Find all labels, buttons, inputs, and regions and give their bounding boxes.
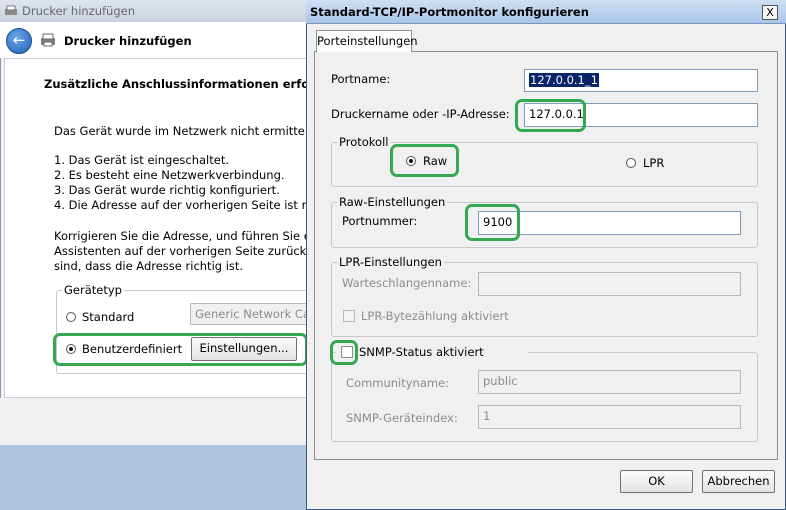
custom-radio[interactable] xyxy=(66,344,76,354)
raw-settings-legend: Raw-Einstellungen xyxy=(337,195,448,209)
portname-input[interactable]: 127.0.0.1_1 xyxy=(524,69,758,92)
close-icon: X xyxy=(766,6,774,19)
wizard-header-title: Drucker hinzufügen xyxy=(64,34,192,48)
close-button[interactable]: X xyxy=(762,5,778,20)
community-input[interactable]: public xyxy=(478,370,741,394)
printer-icon xyxy=(5,5,17,15)
raw-radio[interactable] xyxy=(406,156,416,166)
standard-label: Standard xyxy=(82,310,135,324)
wizard-intro: Das Gerät wurde im Netzwerk nicht ermitt… xyxy=(54,124,306,138)
snmp-label: SNMP-Status aktiviert xyxy=(359,345,484,359)
portnumber-label: Portnummer: xyxy=(342,214,418,228)
back-button[interactable]: ← xyxy=(6,28,32,54)
raw-label: Raw xyxy=(423,154,448,168)
protocol-legend: Protokoll xyxy=(337,135,391,149)
standard-radio[interactable] xyxy=(66,312,76,322)
address-highlight xyxy=(515,99,586,132)
tab-port-settings[interactable]: Porteinstellungen xyxy=(316,30,418,52)
wizard-step: 2. Es besteht eine Netzwerkverbindung. xyxy=(54,168,285,182)
standard-device-select[interactable]: Generic Network Card xyxy=(190,303,310,325)
wizard-footer xyxy=(0,398,320,445)
portnumber-highlight xyxy=(465,204,520,241)
dialog-title: Standard-TCP/IP-Portmonitor konfiguriere… xyxy=(310,5,589,19)
printer-icon xyxy=(41,33,55,47)
queue-label: Warteschlangenname: xyxy=(342,276,472,290)
lpr-count-label: LPR-Bytezählung aktiviert xyxy=(361,309,509,323)
wizard-step: 4. Die Adresse auf der vorherigen Seite … xyxy=(54,198,306,212)
wizard-title-bar: Drucker hinzufügen xyxy=(0,0,320,22)
wizard-heading: Zusätzliche Anschlussinformationen erfor… xyxy=(44,77,306,91)
wizard-step: 3. Das Gerät wurde richtig konfiguriert. xyxy=(54,183,280,197)
snmp-highlight xyxy=(330,340,358,365)
wizard-step: 1. Das Gerät ist eingeschaltet. xyxy=(54,153,229,167)
queue-input[interactable] xyxy=(478,272,741,296)
wizard-correction: Korrigieren Sie die Adresse, und führen … xyxy=(54,229,306,243)
lpr-label: LPR xyxy=(643,156,665,170)
wizard-correction: Assistenten auf der vorherigen Seite zur… xyxy=(54,244,306,258)
address-label: Druckername oder -IP-Adresse: xyxy=(331,107,510,121)
wizard-title: Drucker hinzufügen xyxy=(22,4,136,18)
settings-button[interactable]: Einstellungen... xyxy=(191,337,297,361)
portname-label: Portname: xyxy=(331,72,391,86)
lpr-radio[interactable] xyxy=(626,158,636,168)
lpr-count-checkbox[interactable] xyxy=(343,310,355,322)
device-type-legend: Gerätetyp xyxy=(62,283,124,297)
portname-value: 127.0.0.1_1 xyxy=(529,73,599,87)
arrow-left-icon: ← xyxy=(12,31,26,49)
lpr-settings-legend: LPR-Einstellungen xyxy=(337,255,444,269)
snmp-index-label: SNMP-Geräteindex: xyxy=(346,411,458,425)
community-label: Communityname: xyxy=(346,376,450,390)
custom-label: Benutzerdefiniert xyxy=(82,342,183,356)
wizard-correction: sind, dass die Adresse richtig ist. xyxy=(54,259,244,273)
cancel-button[interactable]: Abbrechen xyxy=(702,470,775,493)
dialog-title-bar: Standard-TCP/IP-Portmonitor konfiguriere… xyxy=(306,0,786,24)
snmp-index-input[interactable]: 1 xyxy=(478,405,741,429)
ok-button[interactable]: OK xyxy=(620,470,693,493)
